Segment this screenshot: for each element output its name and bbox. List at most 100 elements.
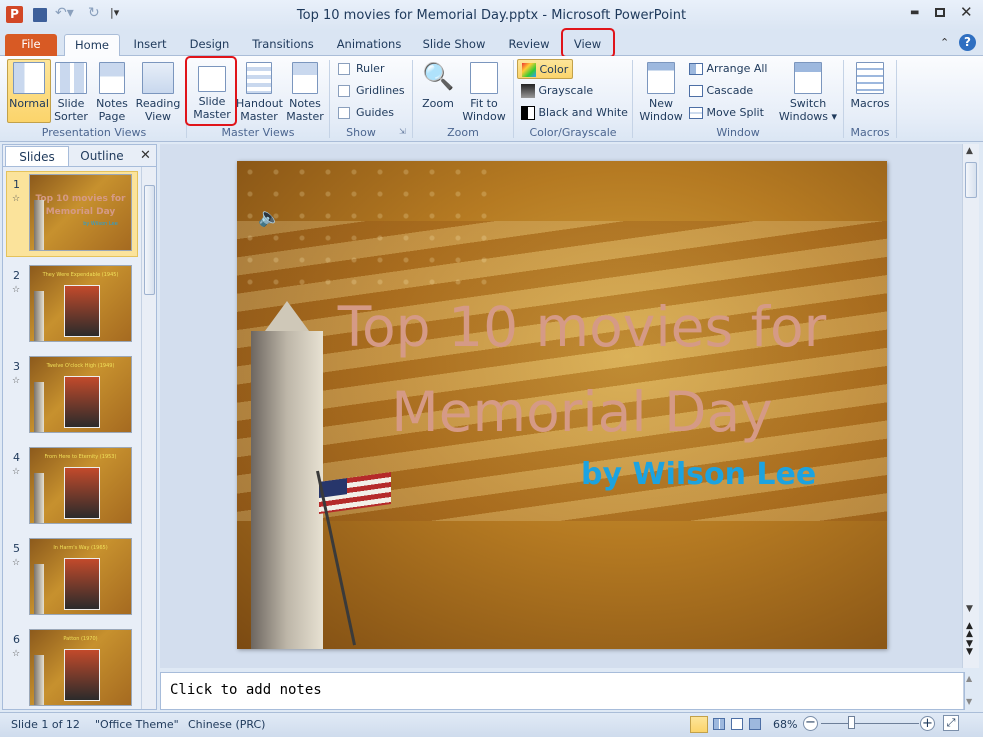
slide-thumbnail[interactable]: In Harm's Way (1965) bbox=[29, 538, 132, 615]
tab-slide-show[interactable]: Slide Show bbox=[415, 34, 493, 56]
guides-checkbox[interactable]: Guides bbox=[338, 103, 394, 123]
tab-animations[interactable]: Animations bbox=[330, 34, 408, 56]
black-and-white-button[interactable]: Black and White bbox=[521, 103, 628, 123]
slide-scrollbar[interactable]: ▲ ▼ ▲ ▲ ▼ ▼ bbox=[962, 144, 979, 668]
close-panel-icon[interactable]: ✕ bbox=[140, 148, 151, 163]
ruler-checkbox[interactable]: Ruler bbox=[338, 59, 384, 79]
zoom-button[interactable]: 🔍 Zoom bbox=[418, 59, 458, 123]
handout-master-icon bbox=[246, 62, 272, 94]
panel-scrollbar[interactable] bbox=[141, 167, 156, 709]
slide-thumbnail[interactable]: Patton (1970) bbox=[29, 629, 132, 706]
move-split-button[interactable]: Move Split bbox=[689, 103, 764, 123]
tab-insert[interactable]: Insert bbox=[125, 34, 175, 56]
notes-pane[interactable]: Click to add notes ▲ ▼ bbox=[160, 672, 972, 710]
group-label-show: Show bbox=[346, 126, 376, 139]
notes-page-button[interactable]: Notes Page bbox=[93, 59, 131, 123]
slide-canvas[interactable]: 🔈 Top 10 movies for Memorial Day by Wils… bbox=[237, 161, 887, 649]
slide-sorter-icon bbox=[55, 62, 87, 94]
notes-master-button[interactable]: Notes Master bbox=[285, 59, 325, 123]
cascade-button[interactable]: Cascade bbox=[689, 81, 753, 101]
thumbnail-title: Patton (1970) bbox=[63, 636, 98, 642]
help-icon[interactable]: ? bbox=[959, 34, 976, 51]
fit-slide-icon[interactable]: ⤢ bbox=[943, 715, 959, 731]
slide-thumbnail[interactable]: Top 10 movies for Memorial Day by Wilson … bbox=[29, 174, 132, 251]
zoom-out-icon[interactable]: − bbox=[803, 716, 818, 731]
group-label-presentation-views: Presentation Views bbox=[41, 126, 147, 139]
slide-show-status-icon[interactable] bbox=[749, 718, 761, 730]
slide-title-line-1: Top 10 movies for bbox=[337, 295, 827, 359]
tab-slides-panel[interactable]: Slides bbox=[5, 146, 69, 166]
normal-view-button[interactable]: Normal bbox=[7, 59, 51, 123]
slide-number: 4 bbox=[13, 451, 20, 464]
notes-scroll-down-icon[interactable]: ▼ bbox=[966, 697, 972, 706]
reading-view-button[interactable]: Reading View bbox=[134, 59, 182, 123]
language[interactable]: Chinese (PRC) bbox=[188, 718, 265, 731]
tab-review[interactable]: Review bbox=[500, 34, 558, 56]
movie-poster-image bbox=[64, 467, 100, 519]
switch-windows-button[interactable]: Switch Windows ▾ bbox=[777, 59, 839, 123]
grayscale-button[interactable]: Grayscale bbox=[521, 81, 593, 101]
normal-view-status-button[interactable] bbox=[690, 716, 708, 733]
ribbon-tabs: File Home Insert Design Transitions Anim… bbox=[0, 31, 983, 56]
group-label-master-views: Master Views bbox=[221, 126, 295, 139]
title-bar: P ↶▾ ↻ |▾ Top 10 movies for Memorial Day… bbox=[0, 0, 983, 31]
animation-star-icon: ☆ bbox=[12, 376, 21, 386]
thumbnail-title: In Harm's Way (1965) bbox=[53, 545, 108, 551]
speaker-icon[interactable]: 🔈 bbox=[258, 207, 280, 228]
scroll-up-icon[interactable]: ▲ bbox=[966, 146, 973, 156]
theme-name[interactable]: "Office Theme" bbox=[95, 718, 179, 731]
magnifier-icon: 🔍 bbox=[422, 62, 455, 92]
notes-placeholder[interactable]: Click to add notes bbox=[170, 682, 322, 698]
gridlines-checkbox[interactable]: Gridlines bbox=[338, 81, 405, 101]
minimize-ribbon-icon[interactable]: ⌃ bbox=[940, 36, 949, 49]
cascade-icon bbox=[689, 85, 703, 97]
reading-view-status-icon[interactable] bbox=[731, 718, 743, 730]
slide-thumbnail[interactable]: They Were Expendable (1945) bbox=[29, 265, 132, 342]
tab-transitions[interactable]: Transitions bbox=[243, 34, 323, 56]
thumbnail-title: From Here to Eternity (1953) bbox=[44, 454, 117, 460]
new-window-button[interactable]: New Window bbox=[637, 59, 685, 123]
notes-scrollbar[interactable] bbox=[963, 673, 964, 709]
slide-number: 1 bbox=[13, 178, 20, 191]
thumbnail-subtitle: by Wilson Lee bbox=[83, 221, 118, 227]
monument-thumbnail-image bbox=[34, 200, 44, 250]
previous-slide-icon[interactable]: ▲ ▲ bbox=[966, 622, 973, 639]
scroll-down-icon[interactable]: ▼ bbox=[966, 604, 973, 614]
restore-icon[interactable] bbox=[935, 8, 945, 17]
tab-design[interactable]: Design bbox=[182, 34, 237, 56]
slide-title[interactable]: Top 10 movies for Memorial Day bbox=[277, 285, 887, 455]
slide-number: 6 bbox=[13, 633, 20, 646]
zoom-slider-thumb[interactable] bbox=[848, 716, 855, 729]
zoom-in-icon[interactable]: + bbox=[920, 716, 935, 731]
show-dialog-launcher-icon[interactable]: ⇲ bbox=[399, 127, 406, 136]
move-split-icon bbox=[689, 107, 703, 119]
thumbnail-title: Twelve O'clock High (1949) bbox=[46, 363, 115, 369]
color-icon bbox=[522, 63, 536, 77]
group-label-window: Window bbox=[716, 126, 760, 139]
slide-thumbnail[interactable]: Twelve O'clock High (1949) bbox=[29, 356, 132, 433]
scroll-thumb[interactable] bbox=[965, 162, 977, 198]
tab-outline-panel[interactable]: Outline bbox=[71, 146, 133, 166]
tab-home[interactable]: Home bbox=[64, 34, 120, 56]
slide-sorter-button[interactable]: Slide Sorter bbox=[52, 59, 90, 123]
monument-thumbnail-image bbox=[34, 291, 44, 341]
slide-thumbnail[interactable]: From Here to Eternity (1953) bbox=[29, 447, 132, 524]
fit-to-window-button[interactable]: Fit to Window bbox=[460, 59, 508, 123]
slide-subtitle[interactable]: by Wilson Lee bbox=[581, 457, 816, 492]
fit-to-window-icon bbox=[470, 62, 498, 94]
close-icon[interactable]: ✕ bbox=[960, 3, 973, 21]
slide-sorter-status-icon[interactable] bbox=[713, 718, 725, 730]
color-button[interactable]: Color bbox=[517, 59, 574, 79]
next-slide-icon[interactable]: ▼ ▼ bbox=[966, 640, 973, 657]
handout-master-button[interactable]: Handout Master bbox=[235, 59, 283, 123]
zoom-level[interactable]: 68% bbox=[773, 718, 797, 731]
minimize-icon[interactable]: ▬ bbox=[910, 7, 922, 19]
macros-button[interactable]: Macros bbox=[848, 59, 892, 123]
scroll-thumb[interactable] bbox=[144, 185, 155, 295]
black-and-white-icon bbox=[521, 106, 535, 120]
thumbnail-title: They Were Expendable (1945) bbox=[42, 272, 119, 278]
tab-file[interactable]: File bbox=[5, 34, 57, 56]
zoom-slider-track[interactable] bbox=[821, 723, 919, 724]
arrange-all-button[interactable]: Arrange All bbox=[689, 59, 767, 79]
notes-scroll-up-icon[interactable]: ▲ bbox=[966, 674, 972, 683]
